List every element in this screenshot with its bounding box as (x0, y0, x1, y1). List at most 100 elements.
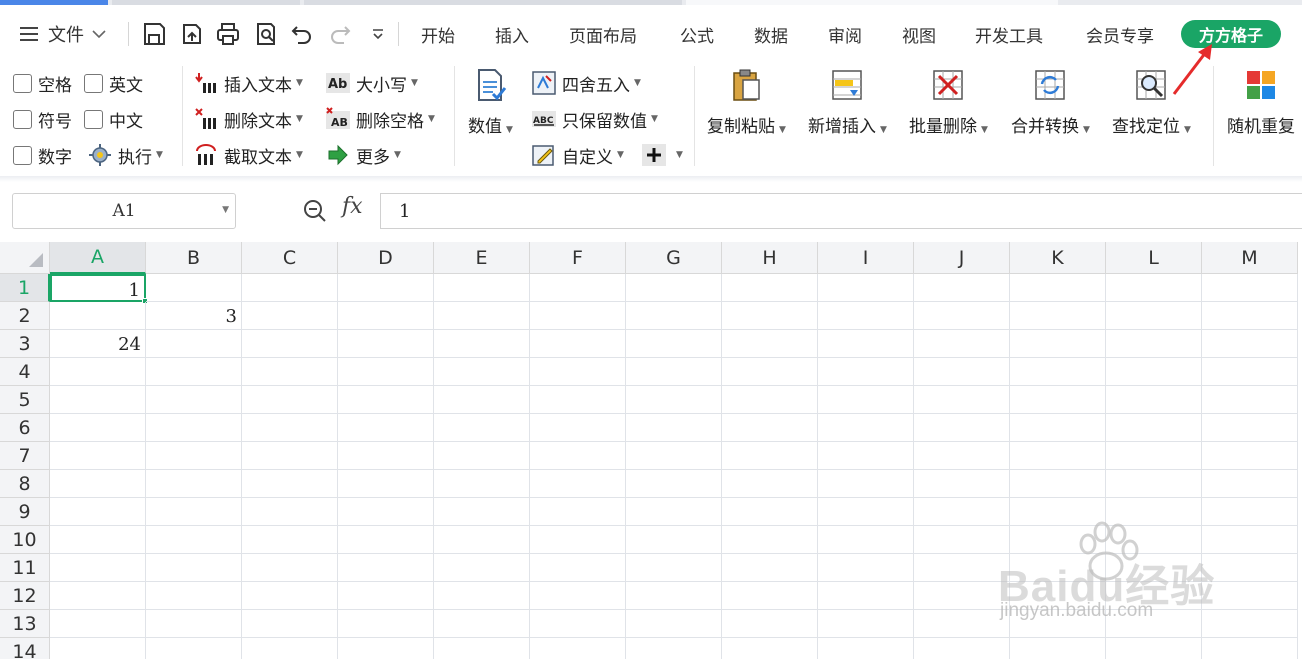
cell-m5[interactable] (1202, 386, 1298, 414)
cell-c3[interactable] (242, 330, 338, 358)
name-box-dropdown-icon[interactable]: ▼ (222, 205, 229, 215)
tab-review[interactable]: 审阅 (828, 22, 862, 47)
cell-b13[interactable] (146, 610, 242, 638)
row-header-5[interactable]: 5 (0, 386, 50, 414)
column-header-c[interactable]: C (242, 242, 338, 274)
cell-b1[interactable] (146, 274, 242, 302)
delete-text-button[interactable]: 删除文本 ▼ (194, 105, 303, 133)
cell-a11[interactable] (50, 554, 146, 582)
round-button[interactable]: 四舍五入 ▼ (532, 69, 641, 97)
row-header-14[interactable]: 14 (0, 638, 50, 659)
cell-j13[interactable] (914, 610, 1010, 638)
cell-e10[interactable] (434, 526, 530, 554)
cell-l9[interactable] (1106, 498, 1202, 526)
cell-l3[interactable] (1106, 330, 1202, 358)
cell-h3[interactable] (722, 330, 818, 358)
cell-l10[interactable] (1106, 526, 1202, 554)
cell-k1[interactable] (1010, 274, 1106, 302)
cell-e11[interactable] (434, 554, 530, 582)
checkbox-english[interactable]: 英文 (84, 69, 143, 97)
column-header-g[interactable]: G (626, 242, 722, 274)
cell-a13[interactable] (50, 610, 146, 638)
cell-j11[interactable] (914, 554, 1010, 582)
column-header-m[interactable]: M (1202, 242, 1298, 274)
cell-f8[interactable] (530, 470, 626, 498)
cell-b12[interactable] (146, 582, 242, 610)
save-icon[interactable] (139, 20, 169, 48)
cell-d4[interactable] (338, 358, 434, 386)
column-header-d[interactable]: D (338, 242, 434, 274)
tab-view[interactable]: 视图 (902, 22, 936, 47)
cell-a3[interactable]: 24 (50, 330, 146, 358)
column-header-i[interactable]: I (818, 242, 914, 274)
tab-page-layout[interactable]: 页面布局 (569, 22, 637, 47)
redo-icon[interactable] (325, 20, 355, 48)
cell-g8[interactable] (626, 470, 722, 498)
cell-b9[interactable] (146, 498, 242, 526)
cell-i12[interactable] (818, 582, 914, 610)
cell-k12[interactable] (1010, 582, 1106, 610)
cell-d5[interactable] (338, 386, 434, 414)
cell-c1[interactable] (242, 274, 338, 302)
cell-k2[interactable] (1010, 302, 1106, 330)
cell-h8[interactable] (722, 470, 818, 498)
cell-g6[interactable] (626, 414, 722, 442)
cell-d12[interactable] (338, 582, 434, 610)
cell-h12[interactable] (722, 582, 818, 610)
cell-i4[interactable] (818, 358, 914, 386)
cell-i1[interactable] (818, 274, 914, 302)
cell-f3[interactable] (530, 330, 626, 358)
row-header-2[interactable]: 2 (0, 302, 50, 330)
print-preview-icon[interactable] (251, 20, 281, 48)
more-button[interactable]: 更多 ▼ (326, 141, 401, 169)
cell-b2[interactable]: 3 (146, 302, 242, 330)
file-menu-button[interactable]: 文件 (18, 20, 106, 48)
row-header-3[interactable]: 3 (0, 330, 50, 358)
cell-l11[interactable] (1106, 554, 1202, 582)
name-box[interactable]: A1 ▼ (12, 193, 236, 229)
tab-strip-active-segment[interactable] (0, 0, 108, 5)
cell-e7[interactable] (434, 442, 530, 470)
batch-delete-button[interactable]: 批量删除 ▼ (909, 68, 988, 137)
cell-j3[interactable] (914, 330, 1010, 358)
cell-d14[interactable] (338, 638, 434, 659)
cell-j6[interactable] (914, 414, 1010, 442)
column-header-h[interactable]: H (722, 242, 818, 274)
tab-home[interactable]: 开始 (421, 22, 455, 47)
cell-m11[interactable] (1202, 554, 1298, 582)
cell-j5[interactable] (914, 386, 1010, 414)
cell-h6[interactable] (722, 414, 818, 442)
tab-developer[interactable]: 开发工具 (975, 22, 1043, 47)
cell-d1[interactable] (338, 274, 434, 302)
cell-i2[interactable] (818, 302, 914, 330)
tab-strip-segment[interactable] (686, 0, 1058, 5)
cell-c5[interactable] (242, 386, 338, 414)
cell-g10[interactable] (626, 526, 722, 554)
cell-m3[interactable] (1202, 330, 1298, 358)
cell-k11[interactable] (1010, 554, 1106, 582)
cell-f4[interactable] (530, 358, 626, 386)
cell-a12[interactable] (50, 582, 146, 610)
print-icon[interactable] (213, 20, 243, 48)
cell-m9[interactable] (1202, 498, 1298, 526)
customize-toolbar-icon[interactable] (363, 20, 393, 48)
cell-g3[interactable] (626, 330, 722, 358)
export-icon[interactable] (177, 20, 207, 48)
cell-i13[interactable] (818, 610, 914, 638)
row-header-4[interactable]: 4 (0, 358, 50, 386)
cell-l7[interactable] (1106, 442, 1202, 470)
checkbox-chinese[interactable]: 中文 (84, 105, 143, 133)
cell-f1[interactable] (530, 274, 626, 302)
cell-c12[interactable] (242, 582, 338, 610)
cell-m8[interactable] (1202, 470, 1298, 498)
cell-k10[interactable] (1010, 526, 1106, 554)
cell-b10[interactable] (146, 526, 242, 554)
merge-convert-button[interactable]: 合并转换 ▼ (1011, 68, 1090, 137)
cell-m2[interactable] (1202, 302, 1298, 330)
cell-e1[interactable] (434, 274, 530, 302)
cell-a1[interactable]: 1 (50, 274, 146, 302)
cell-j7[interactable] (914, 442, 1010, 470)
cell-k13[interactable] (1010, 610, 1106, 638)
cell-m10[interactable] (1202, 526, 1298, 554)
cell-b11[interactable] (146, 554, 242, 582)
